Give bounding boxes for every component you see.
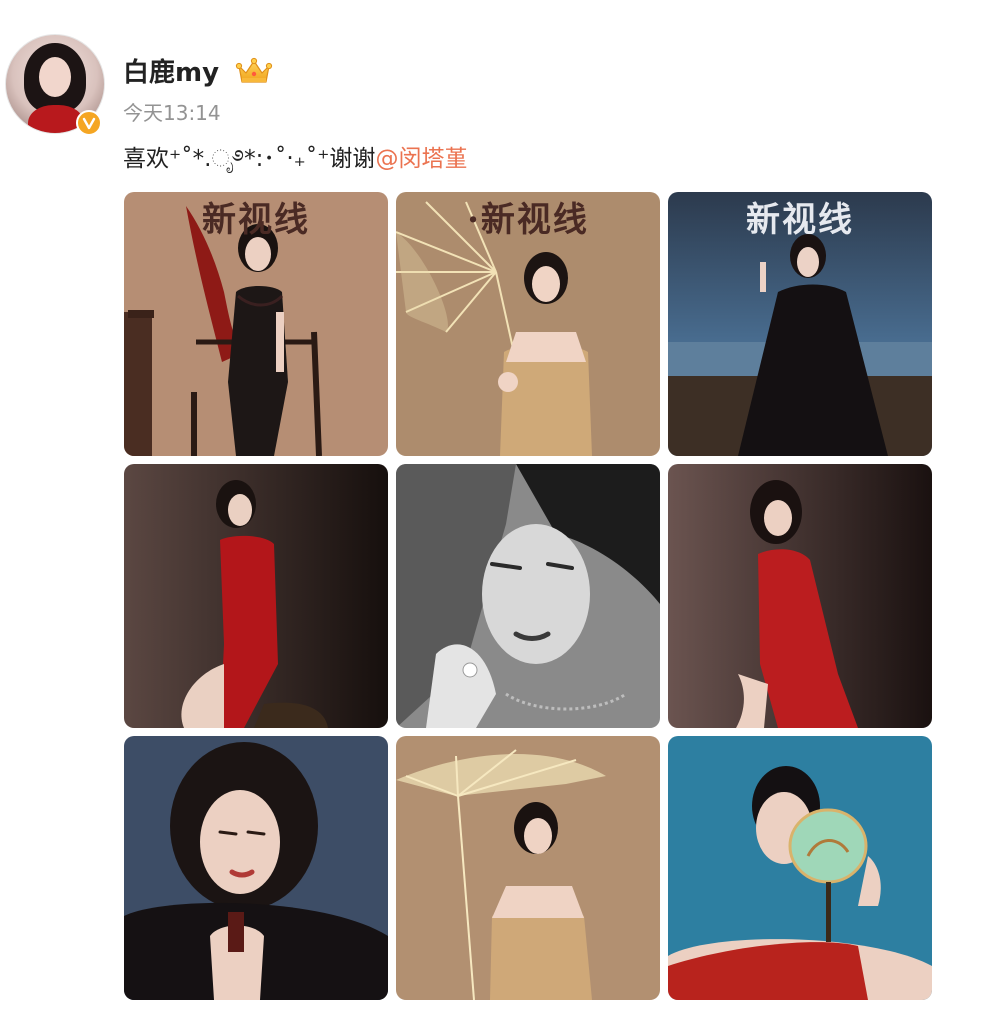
- photo-gold-umbrella-2[interactable]: [396, 736, 660, 1000]
- weibo-post: 白鹿my 今天13:14 喜欢⁺˚*.ೃ࿔*:･˚‧₊˚⁺谢谢@闵塔堇 新视线 …: [0, 0, 986, 1032]
- photo-red-dress-seated[interactable]: [668, 464, 932, 728]
- photo-fan-blue-backdrop[interactable]: [668, 736, 932, 1000]
- post-text-body: 喜欢⁺˚*.ೃ࿔*:･˚‧₊˚⁺谢谢: [123, 146, 376, 172]
- username-link[interactable]: 白鹿my: [123, 56, 219, 90]
- post-text: 喜欢⁺˚*.ೃ࿔*:･˚‧₊˚⁺谢谢@闵塔堇: [123, 143, 467, 175]
- photo-grid: 新视线 ·新视线 新视线: [124, 192, 932, 1000]
- photo-gold-umbrella[interactable]: ·新视线: [396, 192, 660, 456]
- verified-v-icon: [76, 110, 102, 136]
- photo-black-gown-seaside[interactable]: 新视线: [668, 192, 932, 456]
- photo-bw-closeup[interactable]: [396, 464, 660, 728]
- photo-red-slip-dress[interactable]: [124, 464, 388, 728]
- photo-portrait-blue-backdrop[interactable]: [124, 736, 388, 1000]
- mention-link[interactable]: @闵塔堇: [375, 146, 467, 172]
- photo-red-dress-chair[interactable]: 新视线: [124, 192, 388, 456]
- crown-icon[interactable]: [235, 57, 273, 87]
- post-timestamp[interactable]: 今天13:14: [123, 99, 221, 127]
